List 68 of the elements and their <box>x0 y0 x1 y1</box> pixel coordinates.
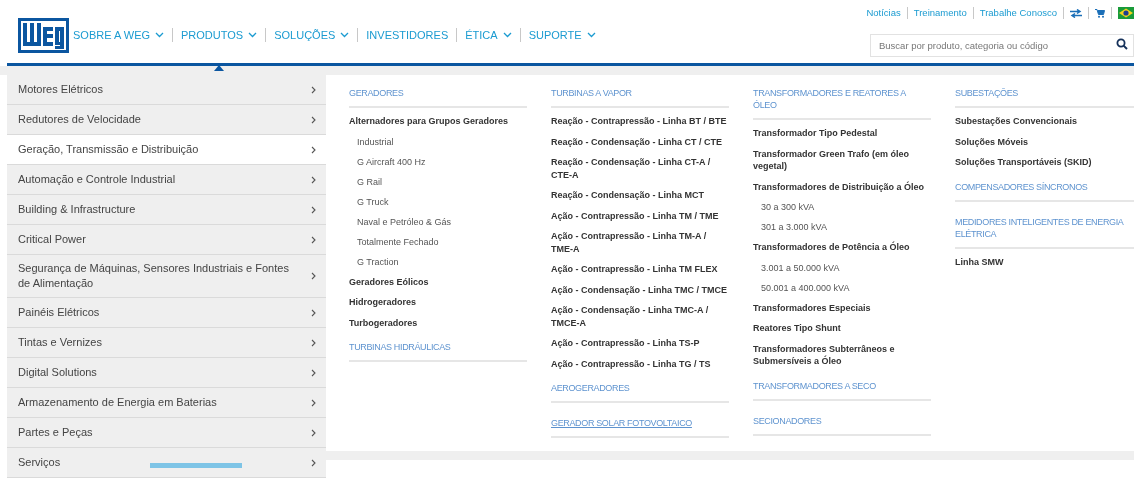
menu-link[interactable]: Transformadores de Distribuição a Óleo <box>753 180 931 193</box>
cart-icon[interactable] <box>1095 8 1105 18</box>
menu-link[interactable]: Ação - Contrapressão - Linha TS-P <box>551 337 729 350</box>
menu-link[interactable]: Hidrogeradores <box>349 296 527 309</box>
submenu-link[interactable]: 3.001 a 50.000 kVA <box>761 261 931 274</box>
search-icon[interactable] <box>1116 38 1128 50</box>
menu-link[interactable]: Subestações Convencionais <box>955 115 1134 128</box>
sidebar-item[interactable]: Motores Elétricos <box>7 75 326 105</box>
submenu-link[interactable]: Naval e Petróleo & Gás <box>357 215 527 228</box>
chevron-right-icon <box>311 368 316 377</box>
chevron-right-icon <box>311 85 316 94</box>
menu-link[interactable]: Transformadores Especiais <box>753 301 931 314</box>
sidebar-item[interactable]: Serviços <box>7 448 326 478</box>
sidebar-item[interactable]: Building & Infrastructure <box>7 195 326 225</box>
menu-link[interactable]: Reação - Condensação - Linha CT / CTE <box>551 135 729 148</box>
chevron-right-icon <box>311 398 316 407</box>
sidebar-item[interactable]: Segurança de Máquinas, Sensores Industriais e Fontes de Alimentação <box>7 255 326 298</box>
menu-link[interactable]: Ação - Contrapressão - Linha TM FLEX <box>551 263 729 276</box>
search-field[interactable]: Buscar por produto, categoria ou código <box>870 34 1134 57</box>
chevron-right-icon <box>311 235 316 244</box>
menu-link[interactable]: Reatores Tipo Shunt <box>753 322 931 335</box>
sidebar-item[interactable]: Redutores de Velocidade <box>7 105 326 135</box>
sidebar-item[interactable]: Critical Power <box>7 225 326 255</box>
submenu-link[interactable]: G Rail <box>357 175 527 188</box>
menu-link[interactable]: Transformadores Subterrâneos e Submersíveis a Óleo <box>753 342 931 368</box>
sidebar-item[interactable]: Painéis Elétricos <box>7 298 326 328</box>
sidebar-item[interactable]: Partes e Peças <box>7 418 326 448</box>
sidebar-item[interactable]: Tintas e Vernizes <box>7 328 326 358</box>
chevron-right-icon <box>311 205 316 214</box>
submenu-link[interactable]: G Aircraft 400 Hz <box>357 155 527 168</box>
menu-link[interactable]: Soluções Transportáveis (SKID) <box>955 156 1134 169</box>
menu-link[interactable]: Reação - Contrapressão - Linha BT / BTE <box>551 115 729 128</box>
sidebar-item[interactable]: Digital Solutions <box>7 358 326 388</box>
menu-link[interactable]: Reação - Condensação - Linha MCT <box>551 189 729 202</box>
chevron-right-icon <box>311 145 316 154</box>
menu-link[interactable]: Soluções Móveis <box>955 135 1134 148</box>
submenu-link[interactable]: Totalmente Fechado <box>357 235 527 248</box>
submenu-link[interactable]: 301 a 3.000 kVA <box>761 221 931 233</box>
menu-link[interactable]: Transformador Tipo Pedestal <box>753 127 931 140</box>
submenu-link[interactable]: 30 a 300 kVA <box>761 201 931 213</box>
menu-link[interactable]: Alternadores para Grupos Geradores <box>349 115 527 128</box>
logo[interactable] <box>18 18 69 53</box>
chevron-right-icon <box>311 338 316 347</box>
compare-arrows-icon[interactable] <box>1070 8 1082 18</box>
chevron-right-icon <box>311 458 316 467</box>
flag-icon[interactable] <box>1118 7 1134 20</box>
chevron-right-icon <box>311 115 316 124</box>
menu-link[interactable]: Ação - Condensação - Linha TMC-A / TMCE-A <box>551 304 729 329</box>
menu-link[interactable]: Geradores Eólicos <box>349 275 527 288</box>
chevron-right-icon <box>311 428 316 437</box>
chevron-right-icon <box>311 175 316 184</box>
sidebar-item[interactable]: Automação e Controle Industrial <box>7 165 326 195</box>
submenu-link[interactable]: 50.001 a 400.000 kVA <box>761 281 931 294</box>
chevron-right-icon <box>311 272 316 280</box>
menu-link[interactable]: Transformadores de Potência a Óleo <box>753 241 931 254</box>
submenu-link[interactable]: G Traction <box>357 255 527 268</box>
chevron-right-icon <box>311 308 316 317</box>
sidebar-item[interactable]: Armazenamento de Energia em Baterias <box>7 388 326 418</box>
menu-link[interactable]: Linha SMW <box>955 255 1134 268</box>
menu-link[interactable]: Ação - Contrapressão - Linha TM-A / TME-A <box>551 230 729 255</box>
menu-link[interactable]: Ação - Contrapressão - Linha TG / TS <box>551 357 729 370</box>
submenu-link[interactable]: G Truck <box>357 195 527 208</box>
menu-link[interactable]: Ação - Contrapressão - Linha TM / TME <box>551 209 729 222</box>
submenu-link[interactable]: Industrial <box>357 135 527 148</box>
menu-link[interactable]: Transformador Green Trafo (em óleo vegetal) <box>753 147 931 173</box>
menu-link[interactable]: Reação - Condensação - Linha CT-A / CTE-A <box>551 156 729 181</box>
menu-link[interactable]: Ação - Condensação - Linha TMC / TMCE <box>551 283 729 296</box>
menu-link[interactable]: Turbogeradores <box>349 316 527 329</box>
